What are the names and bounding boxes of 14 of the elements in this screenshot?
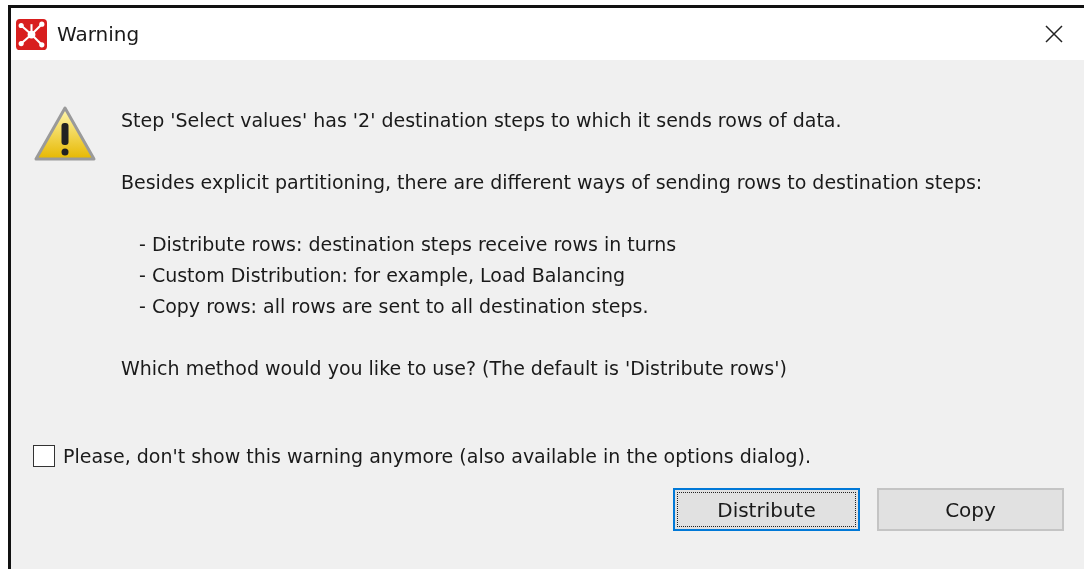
checkbox[interactable]: [33, 445, 55, 467]
warning-icon: [33, 105, 97, 163]
app-icon: [16, 18, 47, 50]
option-description: - Copy rows: all rows are sent to all destination steps.: [138, 294, 650, 319]
dialog-button[interactable]: Distribute: [673, 488, 860, 531]
option-description: - Distribute rows: destination steps receive rows in turns: [138, 232, 678, 257]
window-title: Warning: [57, 22, 141, 46]
question-text: Which method would you like to use? (The default is 'Distribute rows'): [121, 356, 788, 381]
message-text: Step 'Select values' has '2' destination steps to which it sends rows of data.: [121, 108, 843, 133]
close-icon[interactable]: [1044, 24, 1064, 44]
dialog-button[interactable]: Copy: [877, 488, 1064, 531]
checkbox-label[interactable]: Please, don't show this warning anymore (also available in the options dialog).: [63, 445, 812, 467]
message-text: Besides explicit partitioning, there are different ways of sending rows to destination steps:: [121, 170, 983, 195]
option-description: - Custom Distribution: for example, Load Balancing: [138, 263, 627, 288]
